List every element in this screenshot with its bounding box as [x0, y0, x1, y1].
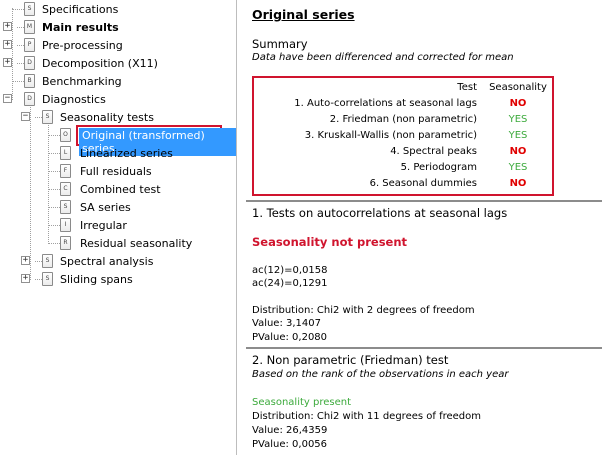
full-residuals-doc-icon: F	[60, 164, 71, 178]
section1-value: Value: 3,1407	[252, 318, 321, 329]
sa-series-doc-icon: S	[60, 200, 71, 214]
table-header-row: Test Seasonality	[254, 82, 552, 98]
tree-connector	[48, 225, 60, 226]
results-panel: Original series Summary Data have been d…	[246, 0, 602, 455]
pre-processing-doc-icon: P	[24, 38, 35, 52]
specifications-doc-icon: S	[24, 2, 35, 16]
tree-connector	[35, 279, 42, 280]
tree-connector	[12, 8, 13, 100]
section-divider	[246, 200, 602, 202]
tree-item-pre-processing[interactable]: Pre-processing	[42, 39, 123, 52]
combined-test-doc-icon: C	[60, 182, 71, 196]
summary-note: Data have been differenced and corrected…	[252, 52, 514, 63]
section1-pvalue: PValue: 0,2080	[252, 332, 328, 343]
table-row: 5. Periodogram YES	[254, 162, 552, 178]
tree-item-specifications[interactable]: Specifications	[42, 3, 118, 16]
test-name: 3. Kruskall-Wallis (non parametric)	[304, 130, 477, 141]
test-result: NO	[509, 98, 527, 109]
table-row: 1. Auto-correlations at seasonal lags NO	[254, 98, 552, 114]
tree-connector	[48, 243, 60, 244]
ac24-value: ac(24)=0,1291	[252, 278, 328, 289]
tree-connector	[12, 81, 24, 82]
tree-connector	[17, 27, 24, 28]
section2-note: Based on the rank of the observations in…	[252, 369, 509, 380]
tree-item-full-residuals[interactable]: Full residuals	[80, 165, 152, 178]
col-header-seasonality: Seasonality	[489, 82, 547, 93]
test-name: 6. Seasonal dummies	[369, 178, 477, 189]
tree-item-benchmarking[interactable]: Benchmarking	[42, 75, 122, 88]
section1-verdict: Seasonality not present	[252, 235, 408, 249]
original-series-doc-icon: O	[60, 128, 71, 142]
test-name: 2. Friedman (non parametric)	[329, 114, 477, 125]
table-row: 6. Seasonal dummies NO	[254, 178, 552, 194]
tree-item-seasonality-tests[interactable]: Seasonality tests	[60, 111, 154, 124]
test-name: 1. Auto-correlations at seasonal lags	[294, 98, 477, 109]
section1-heading: 1. Tests on autocorrelations at seasonal…	[252, 206, 508, 220]
section2-distribution: Distribution: Chi2 with 11 degrees of fr…	[252, 411, 481, 422]
tree-item-diagnostics[interactable]: Diagnostics	[42, 93, 106, 106]
test-name: 4. Spectral peaks	[390, 146, 477, 157]
sliding-spans-doc-icon: S	[42, 272, 53, 286]
tree-item-linearized-series[interactable]: Linearized series	[80, 147, 173, 160]
tree-connector	[48, 207, 60, 208]
diagnostics-doc-icon: D	[24, 92, 35, 106]
section2-verdict: Seasonality present	[252, 397, 352, 408]
tree-connector	[48, 189, 60, 190]
expand-sliding-spans-icon[interactable]: +	[21, 274, 30, 283]
navigation-tree: S Specifications + M Main results + P Pr…	[0, 0, 237, 455]
irregular-doc-icon: I	[60, 218, 71, 232]
ac12-value: ac(12)=0,0158	[252, 265, 328, 276]
expand-decomposition-icon[interactable]: +	[3, 58, 12, 67]
tree-item-sa-series[interactable]: SA series	[80, 201, 131, 214]
residual-seasonality-doc-icon: R	[60, 236, 71, 250]
col-header-test: Test	[457, 82, 477, 93]
collapse-seasonality-tests-icon[interactable]: −	[21, 112, 30, 121]
section-divider	[246, 347, 602, 349]
tree-connector	[12, 9, 24, 10]
test-name: 5. Periodogram	[400, 162, 477, 173]
tree-connector	[17, 45, 24, 46]
section2-value: Value: 26,4359	[252, 425, 328, 436]
section2-heading: 2. Non parametric (Friedman) test	[252, 353, 449, 367]
expand-spectral-analysis-icon[interactable]: +	[21, 256, 30, 265]
tree-item-spectral-analysis[interactable]: Spectral analysis	[60, 255, 153, 268]
tree-connector	[35, 261, 42, 262]
test-result: NO	[509, 146, 527, 157]
expand-pre-processing-icon[interactable]: +	[3, 40, 12, 49]
decomposition-doc-icon: D	[24, 56, 35, 70]
tree-item-main-results[interactable]: Main results	[42, 21, 119, 34]
table-row: 3. Kruskall-Wallis (non parametric) YES	[254, 130, 552, 146]
tree-item-irregular[interactable]: Irregular	[80, 219, 127, 232]
seasonality-tests-doc-icon: S	[42, 110, 53, 124]
seasonality-test-table: Test Seasonality 1. Auto-correlations at…	[252, 76, 554, 196]
table-row: 4. Spectral peaks NO	[254, 146, 552, 162]
test-result: NO	[509, 178, 527, 189]
spectral-analysis-doc-icon: S	[42, 254, 53, 268]
tree-connector	[30, 104, 31, 280]
table-row: 2. Friedman (non parametric) YES	[254, 114, 552, 130]
summary-heading: Summary	[252, 37, 308, 51]
section1-distribution: Distribution: Chi2 with 2 degrees of fre…	[252, 305, 475, 316]
tree-connector	[48, 135, 60, 136]
tree-item-combined-test[interactable]: Combined test	[80, 183, 161, 196]
linearized-series-doc-icon: L	[60, 146, 71, 160]
page-title: Original series	[252, 7, 355, 22]
section2-pvalue: PValue: 0,0056	[252, 439, 328, 450]
tree-connector	[48, 153, 60, 154]
expand-main-results-icon[interactable]: +	[3, 22, 12, 31]
tree-item-residual-seasonality[interactable]: Residual seasonality	[80, 237, 192, 250]
tree-connector	[48, 171, 60, 172]
tree-item-sliding-spans[interactable]: Sliding spans	[60, 273, 133, 286]
main-results-doc-icon: M	[24, 20, 35, 34]
collapse-diagnostics-icon[interactable]: −	[3, 94, 12, 103]
tree-connector	[17, 63, 24, 64]
test-result: YES	[508, 130, 528, 141]
test-result: YES	[508, 162, 528, 173]
test-result: YES	[508, 114, 528, 125]
benchmarking-doc-icon: B	[24, 74, 35, 88]
tree-item-decomposition[interactable]: Decomposition (X11)	[42, 57, 158, 70]
tree-connector	[35, 117, 42, 118]
